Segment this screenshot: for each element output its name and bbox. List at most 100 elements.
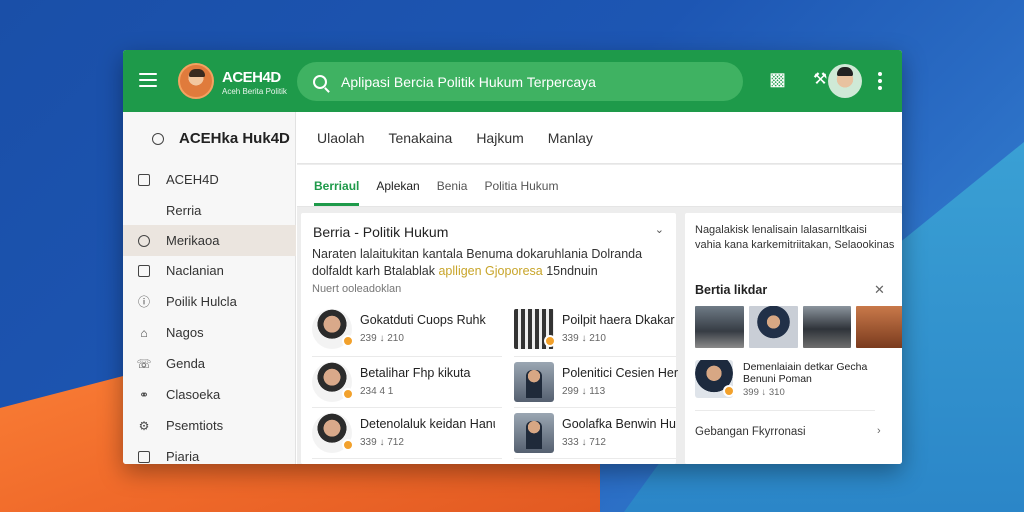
tab-berriaul[interactable]: Berriaul bbox=[314, 179, 360, 206]
tab-ulaolah[interactable]: Ulaolah bbox=[317, 130, 364, 146]
card-title: Berria - Politik Hukum bbox=[313, 224, 449, 240]
chevron-down-icon[interactable]: ⌄ bbox=[655, 223, 664, 236]
brand-tagline: Aceh Berita Politik bbox=[222, 87, 287, 96]
description-text: 15ndnuin bbox=[546, 264, 598, 278]
sidebar-item-naclanian[interactable]: Naclanian bbox=[123, 255, 296, 286]
photo-thumbnail[interactable] bbox=[802, 306, 852, 348]
verified-badge-icon bbox=[342, 335, 354, 347]
sidebar-item-merikaoa[interactable]: Merikaoa bbox=[123, 225, 296, 256]
side-heading: Bertia likdar bbox=[695, 283, 768, 297]
sidebar-title-label: ACEHka Huk4D bbox=[179, 130, 290, 147]
search-bar[interactable] bbox=[297, 62, 743, 101]
description-text: dolfaldt karh Btalablak bbox=[312, 264, 435, 278]
sidebar-item-label: Nagos bbox=[166, 325, 204, 340]
story-meta: 234 4 1 bbox=[360, 386, 394, 397]
info-icon: ⓘ bbox=[137, 295, 150, 309]
tab-tenakaina[interactable]: Tenakaina bbox=[388, 130, 452, 146]
settings-icon: ⚙ bbox=[138, 418, 150, 433]
sidebar-item-label: Merikaoa bbox=[166, 233, 220, 248]
story-meta: 339 ↓ 210 bbox=[562, 333, 606, 344]
story-item[interactable]: Polenitici Cesien Her 299 ↓ 113 bbox=[514, 362, 694, 406]
close-icon[interactable]: ✕ bbox=[874, 282, 885, 298]
search-icon bbox=[313, 74, 327, 89]
story-meta: 339 ↓ 712 bbox=[360, 437, 404, 448]
tab-manlay[interactable]: Manlay bbox=[548, 130, 593, 146]
description-line: dolfaldt karh Btalablak aplligen Gjopore… bbox=[312, 263, 662, 280]
story-thumbnail bbox=[514, 413, 554, 453]
story-title: Betalihar Fhp kikuta bbox=[360, 366, 471, 380]
side-story-item[interactable]: Demenlaiain detkar Gecha Benuni Poman 39… bbox=[695, 360, 895, 402]
sidebar-item-clasoeka[interactable]: ⚭ Clasoeka bbox=[123, 379, 296, 410]
sidebar-item-psemtiots[interactable]: ⚙ Psemtiots bbox=[123, 410, 296, 441]
news-card: Berria - Politik Hukum ⌄ Naraten lalaitu… bbox=[301, 213, 678, 464]
photo-thumbnail[interactable] bbox=[856, 306, 902, 348]
sidebar-title[interactable]: ACEHka Huk4D bbox=[137, 130, 290, 147]
divider bbox=[514, 407, 676, 408]
story-item[interactable]: Goolafka Benwin Hu 333 ↓ 712 bbox=[514, 413, 694, 457]
brand[interactable]: ACEH4D Aceh Berita Politik bbox=[222, 69, 287, 96]
sidebar-item-aceh4d[interactable]: ACEH4D bbox=[123, 164, 296, 195]
side-news-card: Nagalakisk lenalisain lalasarnltkaisi va… bbox=[685, 213, 902, 464]
more-options-icon[interactable] bbox=[878, 72, 882, 93]
sidebar-item-label: Poilik Hulcla bbox=[166, 294, 237, 309]
verified-badge-icon bbox=[342, 388, 354, 400]
calendar-icon bbox=[137, 264, 151, 278]
sidebar-item-genda[interactable]: ☏ Genda bbox=[123, 348, 296, 379]
sidebar-item-label: Piaria bbox=[166, 449, 200, 464]
story-title: Poilpit haera Dkakar bbox=[562, 313, 675, 327]
primary-tabs: Ulaolah Tenakaina Hajkum Manlay bbox=[297, 112, 902, 164]
sidebar-item-label: Naclanian bbox=[166, 263, 224, 278]
story-item[interactable]: Betalihar Fhp kikuta 234 4 1 bbox=[312, 362, 492, 406]
brand-logo-avatar bbox=[178, 63, 214, 99]
story-title: Polenitici Cesien Her bbox=[562, 366, 679, 380]
sidebar-item-nagos[interactable]: ⌂ Nagos bbox=[123, 317, 296, 348]
search-input[interactable] bbox=[341, 73, 721, 90]
chevron-right-icon[interactable]: › bbox=[877, 425, 881, 437]
sidebar-item-piaria[interactable]: Piaria bbox=[123, 441, 296, 464]
photo-thumbnail[interactable] bbox=[695, 306, 744, 348]
photo-strip bbox=[695, 306, 902, 348]
sidebar-item-label: Psemtiots bbox=[166, 418, 224, 433]
tab-politia-hukum[interactable]: Politia Hukum bbox=[484, 179, 558, 206]
tab-hajkum[interactable]: Hajkum bbox=[476, 130, 523, 146]
user-avatar[interactable] bbox=[828, 64, 862, 98]
divider bbox=[514, 356, 676, 357]
tab-aplekan[interactable]: Aplekan bbox=[376, 179, 419, 206]
tools-icon[interactable]: ⚒ bbox=[813, 69, 827, 89]
verified-badge-icon bbox=[723, 385, 735, 397]
sidebar-item-label: Rerria bbox=[166, 203, 202, 218]
page-icon bbox=[137, 173, 151, 187]
home-icon: ⌂ bbox=[140, 325, 148, 340]
document-icon bbox=[137, 450, 151, 464]
description-line: Naraten lalaitukitan kantala Benuma doka… bbox=[312, 247, 643, 261]
description-highlight: aplligen Gjoporesa bbox=[438, 264, 543, 278]
story-item[interactable]: Detenolaluk keidan Hanum 339 ↓ 712 bbox=[312, 413, 495, 457]
phone-icon: ☏ bbox=[136, 356, 152, 371]
comment-icon bbox=[137, 234, 151, 248]
story-meta: 299 ↓ 113 bbox=[562, 386, 606, 397]
sidebar-item-poilik-hulcla[interactable]: ⓘ Poilik Hulcla bbox=[123, 286, 296, 317]
hamburger-menu-icon[interactable] bbox=[139, 73, 157, 87]
sidebar-item-rerria[interactable]: Rerria bbox=[123, 195, 296, 226]
sidebar: ACEHka Huk4D ACEH4D Rerria Merikaoa Nacl… bbox=[123, 112, 296, 464]
side-description: Nagalakisk lenalisain lalasarnltkaisi va… bbox=[695, 223, 900, 253]
brand-name: ACEH4D bbox=[222, 69, 281, 86]
tab-benia[interactable]: Benia bbox=[437, 179, 468, 206]
users-icon: ⚭ bbox=[138, 387, 150, 402]
chat-icon[interactable]: ▩ bbox=[769, 69, 786, 90]
top-bar: ACEH4D Aceh Berita Politik ▩ ⚒ bbox=[123, 50, 902, 112]
photo-thumbnail[interactable] bbox=[748, 306, 798, 348]
divider bbox=[312, 356, 502, 357]
card-description: Naraten lalaitukitan kantala Benuma doka… bbox=[312, 246, 662, 280]
story-item[interactable]: Poilpit haera Dkakar 339 ↓ 210 bbox=[514, 309, 694, 353]
story-item[interactable]: Gokatduti Cuops Ruhk 239 ↓ 210 bbox=[312, 309, 492, 353]
blank-icon bbox=[137, 204, 151, 218]
verified-badge-icon bbox=[342, 439, 354, 451]
side-footer-link[interactable]: Gebangan Fkyrronasi bbox=[695, 426, 806, 438]
story-meta: 239 ↓ 210 bbox=[360, 333, 404, 344]
side-description-line: vahia kana karkemitriitakan, Selaookinas bbox=[695, 239, 895, 251]
divider bbox=[695, 410, 875, 411]
side-description-line: Nagalakisk lenalisain lalasarnltkaisi bbox=[695, 224, 867, 236]
story-meta: 333 ↓ 712 bbox=[562, 437, 606, 448]
story-title: Detenolaluk keidan Hanum bbox=[360, 417, 495, 431]
